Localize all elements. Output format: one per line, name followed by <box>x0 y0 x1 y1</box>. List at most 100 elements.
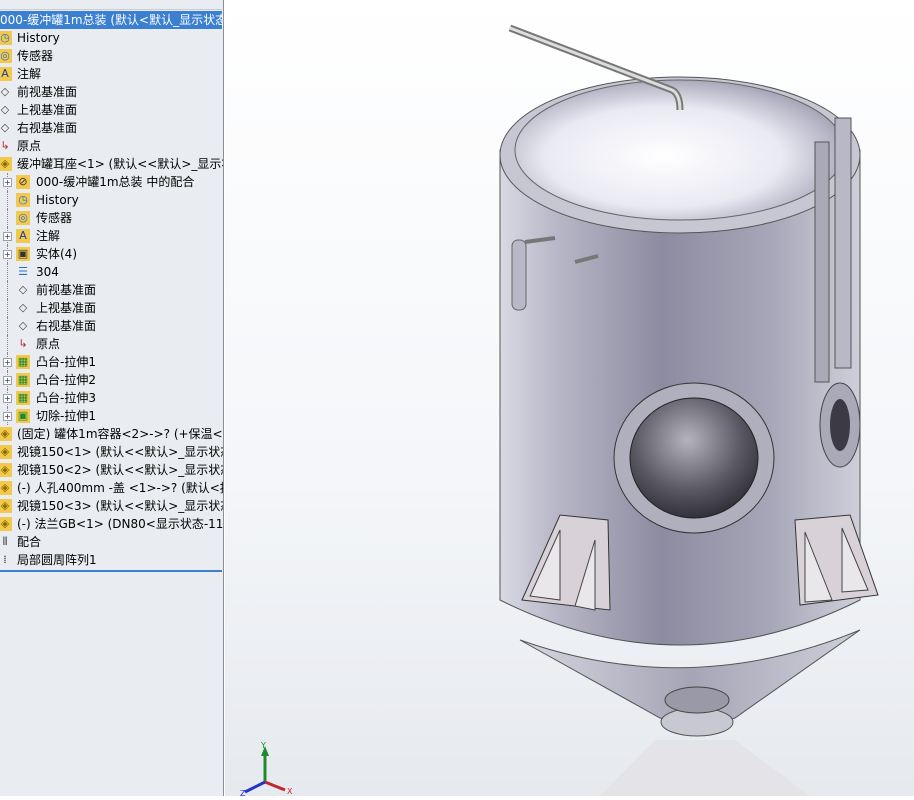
axis-y-label: Y <box>260 741 266 750</box>
part-icon: ◈ <box>0 445 12 459</box>
expand-toggle[interactable]: + <box>3 250 12 259</box>
cut-extrude-icon: ▣ <box>16 409 30 423</box>
plane-icon: ◇ <box>18 283 28 296</box>
tree-item[interactable]: + A 注解 <box>0 227 222 245</box>
tree-item[interactable]: + ▦ 凸台-拉伸3 <box>0 389 222 407</box>
tree-connector <box>7 299 8 317</box>
vent-pipe-1 <box>814 141 830 383</box>
axis-z-label: Z <box>240 789 246 796</box>
tree-item[interactable]: + ▣ 实体(4) <box>0 245 222 263</box>
tree-item[interactable]: ◇ 上视基准面 <box>0 299 222 317</box>
graphics-viewport[interactable]: Y X Z <box>225 0 914 798</box>
tree-item-label: 局部圆周阵列1 <box>17 553 97 567</box>
tree-item-label: 原点 <box>36 337 61 351</box>
tree-item[interactable]: ◇ 右视基准面 <box>0 119 222 137</box>
tree-item[interactable]: ◈ (-) 法兰GB<1> (DN80<显示状态-11> <box>0 515 223 533</box>
tree-connector <box>7 263 8 281</box>
tree-connector <box>7 191 8 209</box>
tree-item[interactable]: + ▣ 切除-拉伸1 <box>0 407 222 425</box>
tree-item-label: 上视基准面 <box>17 103 78 117</box>
circular-pattern-icon: ⁞ <box>3 553 7 566</box>
plane-icon: ◇ <box>18 319 28 332</box>
boss-extrude-icon: ▦ <box>16 391 30 405</box>
history-icon: ◷ <box>0 31 12 45</box>
tree-item[interactable]: ◈ 缓冲罐耳座<1> (默认<<默认>_显示状 <box>0 155 224 173</box>
tree-item[interactable]: ◈ (-) 人孔400mm -盖 <1>->? (默认<按 <box>0 479 223 497</box>
tree-item-label: 右视基准面 <box>17 121 78 135</box>
tree-item-label: 注解 <box>17 67 42 81</box>
history-icon: ◷ <box>16 193 30 207</box>
tree-item-label: 传感器 <box>17 49 54 63</box>
tree-item[interactable]: ◇ 前视基准面 <box>0 83 222 101</box>
expand-toggle[interactable]: + <box>3 376 12 385</box>
tree-item[interactable]: ◈ 视镜150<1> (默认<<默认>_显示状态 <box>0 443 224 461</box>
tree-item-label: 凸台-拉伸1 <box>36 355 96 369</box>
tree-item-label: 上视基准面 <box>36 301 97 315</box>
annotation-icon: A <box>0 67 12 81</box>
tree-item-label: 实体(4) <box>36 247 77 261</box>
boss-extrude-icon: ▦ <box>16 355 30 369</box>
tree-item[interactable]: ◈ 视镜150<3> (默认<<默认>_显示状态 <box>0 497 224 515</box>
tree-connector <box>7 335 8 353</box>
tree-item-label: History <box>36 193 79 207</box>
floor-shadow <box>600 740 810 796</box>
tree-item-label: 000-缓冲罐1m总装 中的配合 <box>36 175 195 189</box>
tree-item[interactable]: ◈ (固定) 罐体1m容器<2>->? (+保温<按 <box>0 425 223 443</box>
sensor-icon: ◎ <box>0 49 12 63</box>
tree-item[interactable]: ◇ 右视基准面 <box>0 317 222 335</box>
part-icon: ◈ <box>0 481 12 495</box>
tree-item[interactable]: + ▦ 凸台-拉伸2 <box>0 371 222 389</box>
expand-toggle[interactable]: + <box>3 412 12 421</box>
plane-icon: ◇ <box>0 121 10 134</box>
tree-item[interactable]: ◎ 传感器 <box>0 209 222 227</box>
tree-item-label: 传感器 <box>36 211 73 225</box>
tree-item-label: 配合 <box>17 535 42 549</box>
tree-item[interactable]: ↳ 原点 <box>0 335 222 353</box>
tree-root-label: 000-缓冲罐1m总装 (默认<默认_显示状态 <box>0 13 224 27</box>
tree-item-label: 注解 <box>36 229 61 243</box>
tree-item-label: 原点 <box>17 139 42 153</box>
tree-item[interactable]: ☰ 304 <box>0 263 222 281</box>
mates-folder-icon: ⊘ <box>16 175 30 189</box>
tree-item-label: 视镜150<3> (默认<<默认>_显示状态 <box>17 499 224 513</box>
tree-connector <box>7 281 8 299</box>
tree-item[interactable]: ↳ 原点 <box>0 137 222 155</box>
tree-item[interactable]: ◷ History <box>0 29 222 47</box>
tree-toolbar <box>0 0 222 10</box>
expand-toggle[interactable]: + <box>3 178 12 187</box>
tree-item[interactable]: ◇ 前视基准面 <box>0 281 222 299</box>
tree-item-label: 前视基准面 <box>36 283 97 297</box>
plane-icon: ◇ <box>18 301 28 314</box>
tree-item-label: 304 <box>36 265 59 279</box>
boss-extrude-icon: ▦ <box>16 373 30 387</box>
tree-item[interactable]: A 注解 <box>0 65 222 83</box>
mates-icon: ⫴ <box>2 535 8 548</box>
sensor-icon: ◎ <box>16 211 30 225</box>
tree-item-label: 凸台-拉伸3 <box>36 391 96 405</box>
expand-toggle[interactable]: + <box>3 232 12 241</box>
tree-item[interactable]: ◎ 传感器 <box>0 47 222 65</box>
solid-bodies-icon: ▣ <box>16 247 30 261</box>
part-icon: ◈ <box>0 499 12 513</box>
annotation-icon: A <box>16 229 30 243</box>
rollback-bar[interactable] <box>0 570 222 572</box>
feature-manager-tree: 000-缓冲罐1m总装 (默认<默认_显示状态 ◷ History ◎ 传感器 A 注解 ◇… <box>0 0 224 796</box>
tree-item[interactable]: ◷ History <box>0 191 222 209</box>
expand-toggle[interactable]: + <box>3 394 12 403</box>
tree-connector <box>7 209 8 227</box>
tree-item-label: 前视基准面 <box>17 85 78 99</box>
tree-item[interactable]: ◈ 视镜150<2> (默认<<默认>_显示状态 <box>0 461 223 479</box>
tree-item[interactable]: ⫴ 配合 <box>0 533 222 551</box>
tree-item-label: 缓冲罐耳座<1> (默认<<默认>_显示状 <box>17 157 224 171</box>
origin-icon: ↳ <box>18 337 28 350</box>
tree-item-label: History <box>17 31 60 45</box>
tree-item[interactable]: + ▦ 凸台-拉伸1 <box>0 353 222 371</box>
tree-root-assembly[interactable]: 000-缓冲罐1m总装 (默认<默认_显示状态 <box>0 11 224 29</box>
tree-item[interactable]: ◇ 上视基准面 <box>0 101 222 119</box>
tree-item[interactable]: + ⊘ 000-缓冲罐1m总装 中的配合 <box>0 173 222 191</box>
part-icon: ◈ <box>0 463 12 477</box>
tree-item-label: 视镜150<1> (默认<<默认>_显示状态 <box>17 445 224 459</box>
expand-toggle[interactable]: + <box>3 358 12 367</box>
tree-item[interactable]: ⁞ 局部圆周阵列1 <box>0 551 222 569</box>
tank-model: Y X Z <box>240 24 879 798</box>
